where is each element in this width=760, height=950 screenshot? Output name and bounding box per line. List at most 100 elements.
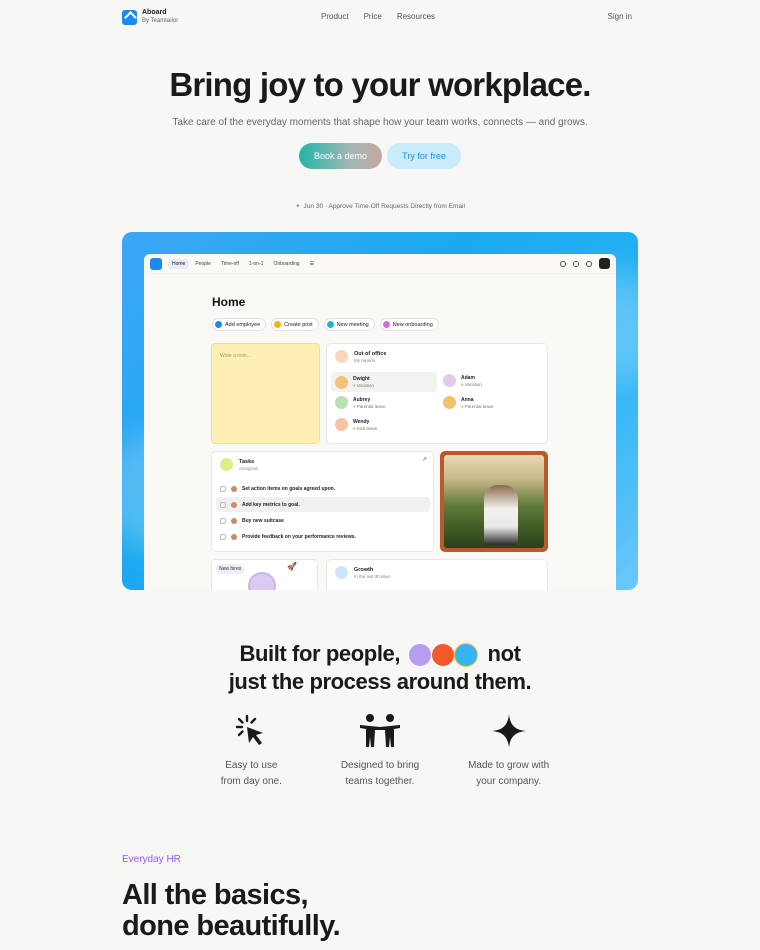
emoji-faces-icon	[407, 643, 480, 668]
avatar	[443, 396, 456, 409]
nav-link-product[interactable]: Product	[321, 12, 349, 21]
announcement-text: Jun 30 · Approve Time-Off Requests Direc…	[303, 203, 465, 210]
app-logo-icon	[150, 257, 162, 270]
person-aubrey[interactable]: AubreyParental leave	[335, 396, 386, 409]
top-nav: Aboard By Teamtailor Product Price Resou…	[0, 0, 760, 34]
app-tab-onboarding[interactable]: Onboarding	[269, 259, 303, 269]
new-onboarding-button[interactable]: New onboarding	[379, 318, 439, 331]
book-demo-button[interactable]: Book a demo	[299, 143, 382, 169]
tasks-card: Tasks Assigned ↗ Set action items on goa…	[211, 451, 434, 552]
person-wendy[interactable]: WendySick leave	[335, 418, 377, 431]
card-subtitle: In the last 30 days	[354, 573, 391, 579]
aboard-logo-icon	[122, 9, 137, 25]
card-subtitle: Assigned	[239, 465, 258, 471]
feature-text: Made to grow with your company.	[468, 760, 550, 787]
feature-together: Designed to bring teams together.	[316, 712, 445, 790]
avatar[interactable]	[599, 258, 610, 269]
app-tab-timeoff[interactable]: Time-off	[217, 259, 243, 269]
orange-face-icon	[430, 643, 455, 668]
features-row: Easy to use from day one. Designed to br…	[187, 712, 573, 790]
task-checkbox[interactable]	[220, 517, 226, 524]
people-together-icon	[316, 712, 445, 750]
create-post-icon	[274, 321, 282, 328]
avatar	[443, 374, 456, 387]
search-icon[interactable]	[573, 260, 579, 267]
new-hires-label: New hires	[216, 564, 245, 574]
card-subtitle: My reports	[354, 357, 376, 363]
signin-link[interactable]: Sign in	[608, 12, 632, 21]
card-title: Tasks	[239, 458, 255, 465]
avatar	[231, 501, 237, 508]
new-meeting-button[interactable]: New meeting	[323, 318, 375, 331]
heading-part: not	[487, 641, 521, 666]
quick-action-label: Create post	[284, 321, 313, 328]
person-status: Parental leave	[461, 404, 494, 409]
checkmark-icon	[220, 458, 233, 471]
avatar	[231, 485, 237, 492]
avatar	[335, 418, 348, 431]
task-checkbox[interactable]	[220, 533, 226, 540]
bell-icon[interactable]	[586, 260, 592, 267]
avatar	[248, 572, 276, 590]
app-tab-people[interactable]: People	[191, 259, 215, 269]
blue-face-icon	[453, 643, 478, 668]
expand-arrow-icon[interactable]: ↗	[422, 456, 427, 463]
app-tab-home[interactable]: Home	[168, 258, 190, 269]
photo-card	[440, 451, 548, 552]
section-eyebrow: Everyday HR	[122, 854, 181, 865]
page-title: Home	[212, 295, 246, 309]
settings-icon[interactable]	[560, 260, 566, 267]
person-anna[interactable]: AnnaParental leave	[443, 396, 494, 409]
feature-text: Designed to bring teams together.	[340, 760, 420, 787]
out-of-office-icon	[335, 350, 348, 363]
app-window: Home People Time-off 1-on-1 Onboarding ☰…	[144, 254, 616, 590]
app-tab-1on1[interactable]: 1-on-1	[245, 259, 267, 269]
try-free-button[interactable]: Try for free	[387, 143, 461, 169]
person-status: Vacation	[461, 382, 482, 387]
person-status: Parental leave	[353, 404, 386, 409]
brand-logo[interactable]: Aboard By Teamtailor	[122, 9, 178, 25]
hero-title: Bring joy to your workplace.	[169, 66, 591, 103]
sticky-note[interactable]: Write a note...	[211, 343, 320, 444]
task-checkbox[interactable]	[220, 501, 226, 508]
out-of-office-card: Out of office My reports DwightVacation …	[326, 343, 548, 444]
person-dwight[interactable]: DwightVacation	[331, 372, 437, 392]
product-screenshot-frame: Home People Time-off 1-on-1 Onboarding ☰…	[122, 232, 638, 590]
task-item[interactable]: Provide feedback on your performance rev…	[216, 529, 430, 544]
task-text: Set action items on goals agreed upon.	[242, 485, 336, 492]
create-post-button[interactable]: Create post	[271, 318, 319, 331]
task-checkbox[interactable]	[220, 485, 226, 492]
feature-text: Easy to use from day one.	[220, 760, 282, 787]
task-text: Provide feedback on your performance rev…	[242, 533, 356, 540]
avatar	[231, 533, 237, 540]
brand-name: Aboard	[142, 9, 167, 16]
person-name: Dwight	[353, 376, 370, 382]
nav-link-resources[interactable]: Resources	[397, 12, 435, 21]
hero-subtitle: Take care of the everyday moments that s…	[172, 117, 588, 128]
heading-part: just the process around them.	[228, 669, 532, 694]
section-heading: Built for people, not just the process a…	[0, 640, 760, 696]
feature-grow: Made to grow with your company.	[444, 712, 573, 790]
task-text: Add key metrics to goal.	[242, 501, 300, 508]
person-name: Adam	[461, 374, 475, 381]
announcement-link[interactable]: ✦ Jun 30 · Approve Time-Off Requests Dire…	[0, 202, 760, 210]
rocket-icon: 🚀	[287, 562, 297, 571]
growth-chart-icon	[335, 566, 348, 579]
quick-action-label: New meeting	[336, 321, 369, 328]
person-adam[interactable]: AdamVacation	[443, 374, 482, 387]
menu-icon[interactable]: ☰	[306, 259, 318, 269]
task-text: Buy new suitcase	[242, 517, 284, 524]
new-meeting-icon	[326, 321, 334, 328]
app-topbar: Home People Time-off 1-on-1 Onboarding ☰	[144, 254, 616, 274]
task-item[interactable]: Buy new suitcase	[216, 513, 430, 528]
task-item[interactable]: Add key metrics to goal.	[216, 497, 430, 512]
nav-link-price[interactable]: Price	[364, 12, 382, 21]
person-name: Anna	[461, 396, 474, 403]
new-hires-card: New hires 🚀	[211, 559, 318, 590]
sparkle-icon	[444, 712, 573, 750]
add-employee-button[interactable]: Add employee	[212, 318, 267, 331]
purple-face-icon	[407, 643, 432, 668]
task-item[interactable]: Set action items on goals agreed upon.	[216, 481, 430, 496]
quick-action-label: New onboarding	[392, 321, 433, 328]
card-title: Out of office	[354, 350, 387, 357]
